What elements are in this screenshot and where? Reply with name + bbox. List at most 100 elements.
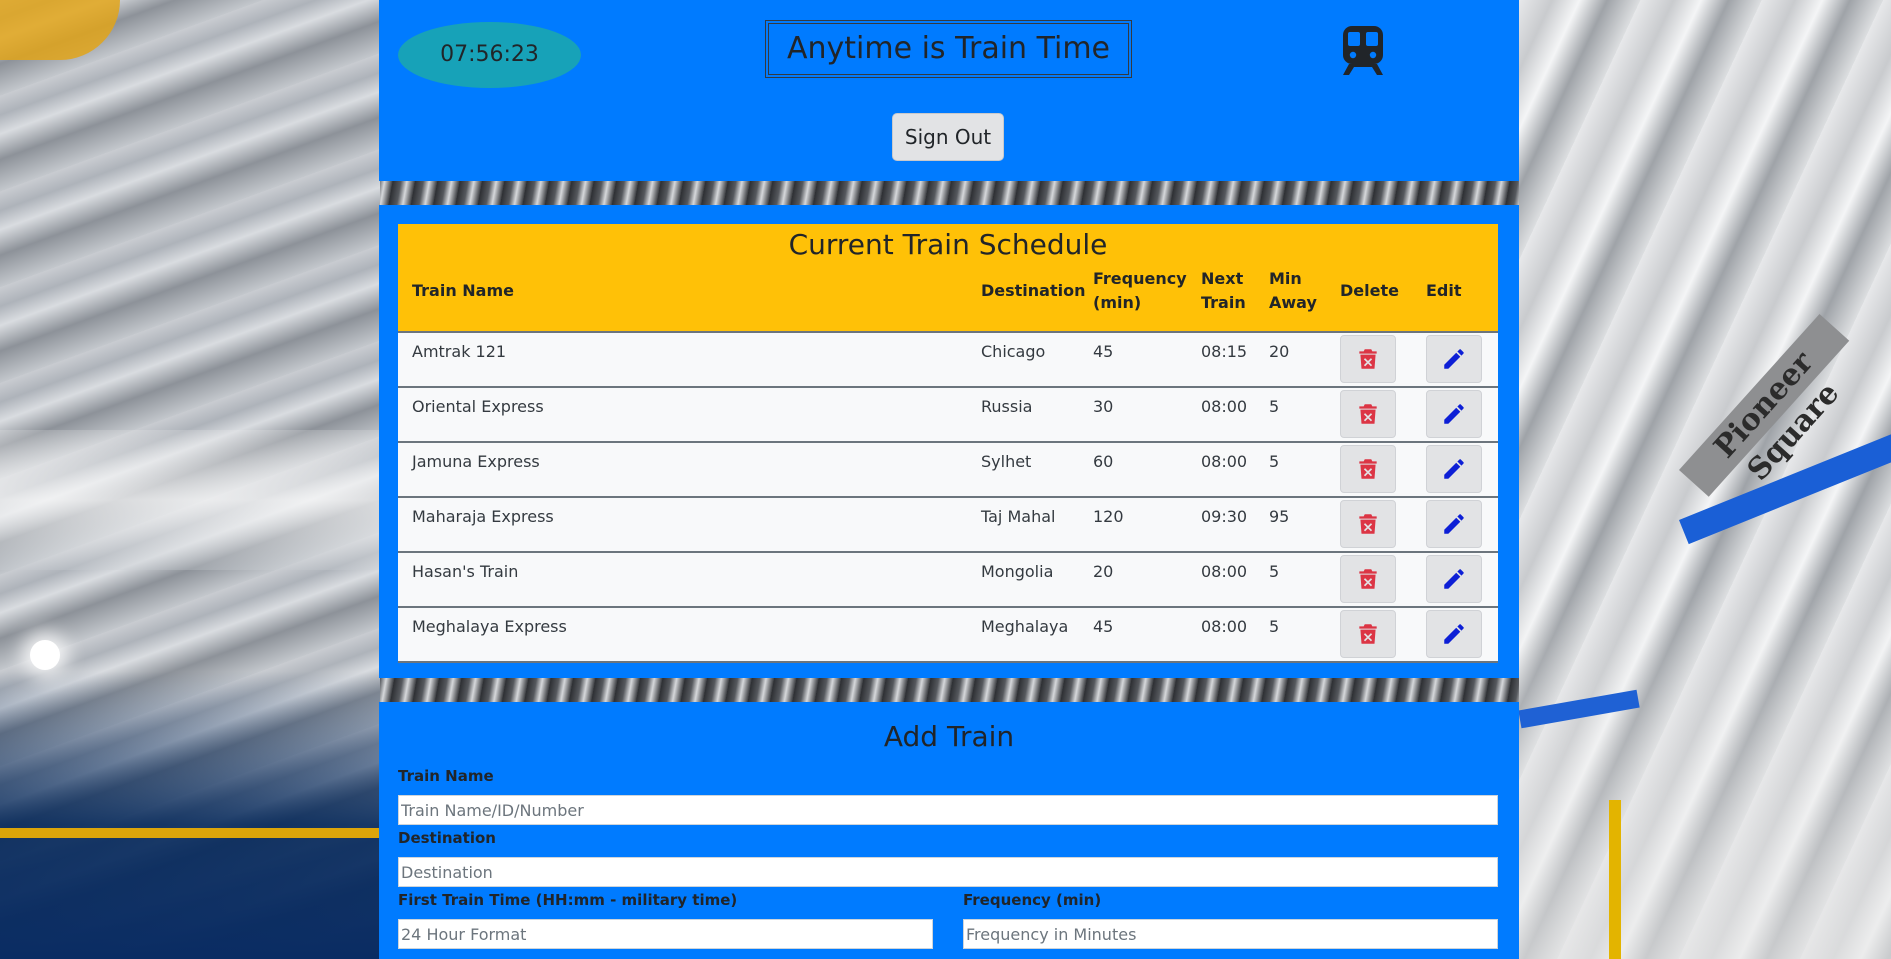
cell-min-away: 95 [1269,507,1290,526]
pencil-icon [1444,349,1464,369]
edit-button[interactable] [1426,610,1482,658]
frequency-label: Frequency (min) [963,891,1102,909]
schedule-panel: Current Train Schedule Train Name Destin… [379,205,1519,678]
pencil-icon [1444,404,1464,424]
column-header-next-line1: Next [1201,269,1244,288]
table-row: Amtrak 121 Chicago 45 08:15 20 [398,331,1498,386]
cell-frequency: 45 [1093,617,1114,636]
cell-train-name: Hasan's Train [412,562,519,581]
trash-icon [1359,349,1377,369]
yellow-light-streak [0,828,380,838]
train-name-label: Train Name [398,767,494,785]
cell-next-train: 08:00 [1201,617,1248,636]
column-header-min-away: Min Away [1269,267,1317,315]
delete-button[interactable] [1340,500,1396,548]
cell-next-train: 08:00 [1201,452,1248,471]
delete-button[interactable] [1340,610,1396,658]
pencil-icon [1444,514,1464,534]
platform-light [30,640,60,670]
page-title: Anytime is Train Time [765,20,1132,78]
table-body: Amtrak 121 Chicago 45 08:15 20 Oriental … [398,331,1498,663]
train-icon [1339,24,1387,76]
column-header-train-name: Train Name [412,281,514,300]
column-header-delete: Delete [1340,281,1399,300]
edit-button[interactable] [1426,500,1482,548]
table-row: Hasan's Train Mongolia 20 08:00 5 [398,551,1498,606]
pencil-icon [1444,569,1464,589]
destination-label: Destination [398,829,496,847]
cell-next-train: 08:00 [1201,397,1248,416]
trash-icon [1359,404,1377,424]
cell-destination: Sylhet [981,452,1032,471]
cell-next-train: 08:00 [1201,562,1248,581]
trash-icon [1359,459,1377,479]
edit-button[interactable] [1426,445,1482,493]
cell-destination: Russia [981,397,1033,416]
cell-destination: Meghalaya [981,617,1069,636]
cell-train-name: Amtrak 121 [412,342,507,361]
train-name-input[interactable] [398,795,1498,825]
column-header-next-train: Next Train [1201,267,1246,315]
motion-blur [0,430,380,570]
background-photo-right: Pioneer Square [1518,0,1891,959]
cell-frequency: 120 [1093,507,1124,526]
cell-min-away: 5 [1269,562,1280,581]
cell-frequency: 20 [1093,562,1114,581]
delete-button[interactable] [1340,555,1396,603]
column-header-destination: Destination [981,281,1086,300]
destination-input[interactable] [398,857,1498,887]
edit-button[interactable] [1426,390,1482,438]
cell-train-name: Oriental Express [412,397,544,416]
header-panel: 07:56:23 Anytime is Train Time Sign Out [379,0,1519,181]
cell-next-train: 09:30 [1201,507,1248,526]
cell-min-away: 20 [1269,342,1290,361]
edit-button[interactable] [1426,555,1482,603]
column-header-away-line2: Away [1269,293,1317,312]
current-time-clock: 07:56:23 [398,22,581,88]
column-header-frequency-line2: (min) [1093,293,1142,312]
yellow-post [1609,800,1621,959]
delete-button[interactable] [1340,390,1396,438]
first-train-time-input[interactable] [398,919,933,949]
cell-frequency: 60 [1093,452,1114,471]
cell-destination: Mongolia [981,562,1054,581]
table-row: Oriental Express Russia 30 08:00 5 [398,386,1498,441]
sign-out-button[interactable]: Sign Out [892,113,1004,161]
column-header-away-line1: Min [1269,269,1302,288]
trash-icon [1359,514,1377,534]
cell-frequency: 45 [1093,342,1114,361]
schedule-table: Current Train Schedule Train Name Destin… [398,224,1498,663]
column-header-next-line2: Train [1201,293,1246,312]
table-header: Current Train Schedule Train Name Destin… [398,224,1498,331]
table-caption: Current Train Schedule [788,228,1108,261]
cell-min-away: 5 [1269,452,1280,471]
delete-button[interactable] [1340,335,1396,383]
column-header-frequency: Frequency (min) [1093,267,1187,315]
ceiling-lamp [0,0,120,60]
add-train-title: Add Train [883,720,1015,753]
add-train-panel: Add Train Train Name Destination First T… [379,702,1519,959]
blue-wall-stripe-lower [1518,689,1640,729]
pencil-icon [1444,624,1464,644]
cell-train-name: Maharaja Express [412,507,554,526]
edit-button[interactable] [1426,335,1482,383]
background-photo-left [0,0,380,959]
trash-icon [1359,569,1377,589]
cell-destination: Chicago [981,342,1046,361]
cell-destination: Taj Mahal [981,507,1056,526]
table-row: Maharaja Express Taj Mahal 120 09:30 95 [398,496,1498,551]
cell-min-away: 5 [1269,617,1280,636]
trash-icon [1359,624,1377,644]
first-train-time-label: First Train Time (HH:mm - military time) [398,891,738,909]
cell-min-away: 5 [1269,397,1280,416]
cell-next-train: 08:15 [1201,342,1248,361]
column-header-edit: Edit [1426,281,1462,300]
cell-train-name: Jamuna Express [412,452,540,471]
frequency-input[interactable] [963,919,1498,949]
cell-frequency: 30 [1093,397,1114,416]
delete-button[interactable] [1340,445,1396,493]
column-header-frequency-line1: Frequency [1093,269,1187,288]
table-row: Jamuna Express Sylhet 60 08:00 5 [398,441,1498,496]
pencil-icon [1444,459,1464,479]
table-row: Meghalaya Express Meghalaya 45 08:00 5 [398,606,1498,663]
